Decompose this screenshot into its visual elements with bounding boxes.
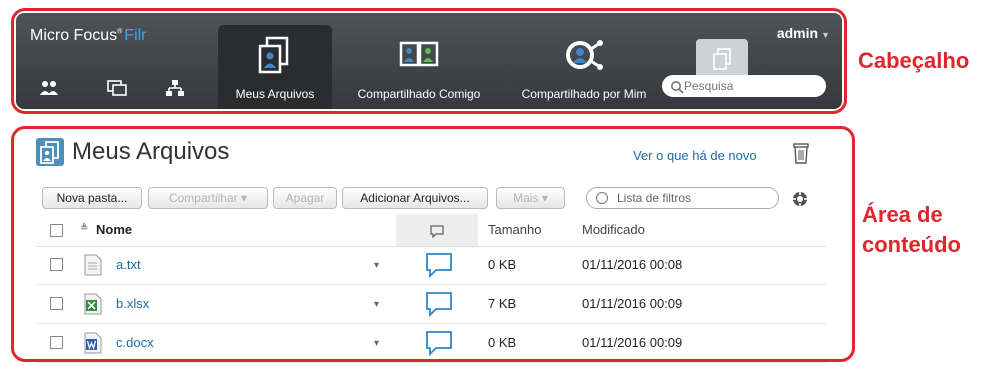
row-checkbox[interactable] [50, 297, 63, 310]
user-menu[interactable]: admin ▼ [777, 25, 830, 41]
file-modified: 01/11/2016 00:09 [582, 335, 683, 350]
search-icon [671, 81, 684, 94]
people-icon[interactable] [38, 79, 60, 97]
more-dropdown-icon: ▾ [541, 191, 548, 205]
table-row[interactable]: b.xlsx ▾ 7 KB 01/11/2016 00:09 [36, 285, 826, 324]
sort-icon: ≜ [80, 223, 89, 234]
content-annotation-label-line2: conteúdo [862, 232, 961, 257]
shared-with-me-icon [399, 41, 439, 67]
comment-icon[interactable] [425, 291, 453, 317]
search-input[interactable] [662, 75, 826, 97]
add-files-button[interactable]: Adicionar Arquivos... [342, 187, 488, 209]
tab-shared-by-me[interactable]: Compartilhado por Mim [503, 25, 665, 109]
file-size: 0 KB [488, 257, 517, 272]
my-files-icon [258, 36, 289, 74]
comment-header-icon [430, 225, 444, 238]
network-folders-icon[interactable] [164, 79, 186, 97]
my-files-page-icon [36, 138, 64, 166]
file-name-link[interactable]: a.txt [116, 257, 141, 272]
row-dropdown-icon[interactable]: ▾ [374, 338, 379, 349]
file-modified: 01/11/2016 00:08 [582, 257, 683, 272]
trash-icon[interactable] [792, 142, 810, 164]
column-modified-header[interactable]: Modificado [582, 222, 645, 237]
column-size-header[interactable]: Tamanho [488, 222, 541, 237]
column-name-header[interactable]: Nome [96, 222, 132, 237]
header-annotation-label: Cabeçalho [858, 48, 970, 73]
file-modified: 01/11/2016 00:09 [582, 296, 683, 311]
share-dropdown-icon: ▾ [241, 191, 248, 205]
row-dropdown-icon[interactable]: ▾ [374, 299, 379, 310]
more-button[interactable]: Mais ▾ [496, 187, 565, 209]
page-title: Meus Arquivos [72, 138, 230, 165]
file-size: 0 KB [488, 335, 517, 350]
net-files-icon [713, 48, 731, 70]
tab-my-files[interactable]: Meus Arquivos [218, 25, 332, 109]
file-size: 7 KB [488, 296, 517, 311]
brand-logo: Micro Focus® Filr [30, 27, 147, 44]
gear-icon[interactable] [792, 191, 808, 207]
content-annotation-label-line1: Área de [862, 202, 943, 227]
shared-by-me-icon [566, 40, 603, 70]
whats-new-link[interactable]: Ver o que há de novo [633, 148, 757, 163]
table-row[interactable]: a.txt ▾ 0 KB 01/11/2016 00:08 [36, 246, 826, 285]
filter-list-input[interactable]: Lista de filtros [586, 187, 779, 209]
comment-icon[interactable] [425, 330, 453, 356]
row-dropdown-icon[interactable]: ▾ [374, 260, 379, 271]
file-name-link[interactable]: c.docx [116, 335, 154, 350]
word-file-icon [84, 332, 102, 354]
new-folder-button[interactable]: Nova pasta... [42, 187, 142, 209]
comments-icon[interactable] [106, 79, 128, 97]
excel-file-icon [84, 293, 102, 315]
comment-icon[interactable] [425, 252, 453, 278]
tab-shared-by-me-label: Compartilhado por Mim [521, 87, 647, 101]
select-all-checkbox[interactable] [50, 224, 63, 237]
row-checkbox[interactable] [50, 258, 63, 271]
tab-net-files[interactable] [696, 39, 748, 79]
file-name-link[interactable]: b.xlsx [116, 296, 149, 311]
text-file-icon [84, 254, 102, 276]
tab-my-files-label: Meus Arquivos [235, 87, 315, 101]
table-row[interactable]: c.docx ▾ 0 KB 01/11/2016 00:09 [36, 324, 826, 363]
delete-button[interactable]: Apagar [273, 187, 337, 209]
table-header-row: ≜ Nome Tamanho Modificado [36, 214, 826, 247]
tab-shared-with-me[interactable]: Compartilhado Comigo [338, 25, 500, 109]
tab-shared-with-me-label: Compartilhado Comigo [357, 87, 481, 101]
row-checkbox[interactable] [50, 336, 63, 349]
share-button[interactable]: Compartilhar ▾ [148, 187, 268, 209]
